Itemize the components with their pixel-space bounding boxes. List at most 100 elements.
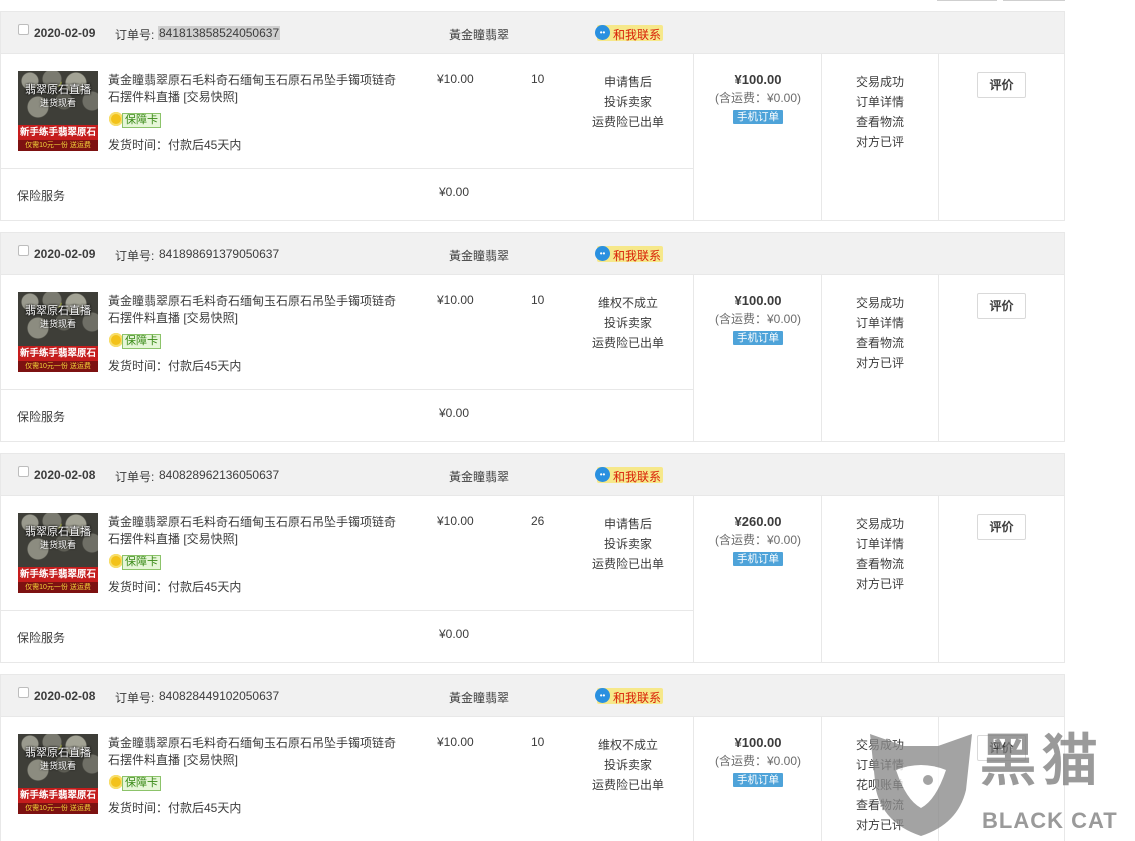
shop-name-link[interactable]: 黃金瞳翡翠 [449,247,509,264]
rate-button[interactable]: 评价 [977,514,1026,540]
insurance-service-label: 保险服务 [17,189,66,203]
order-checkbox[interactable] [18,687,29,698]
order-details-link[interactable]: 订单详情 [822,92,938,112]
order-date: 2020-02-08 [34,468,96,482]
rate-button[interactable]: 评价 [977,72,1026,98]
flower-icon [109,554,123,568]
order-checkbox[interactable] [18,24,29,35]
service-actions: 维权不成立 投诉卖家 运费险已出单 [561,293,695,353]
service-status-text: 维权不成立 [597,738,658,752]
chat-bubble-icon: •• [595,25,610,40]
status-text: 交易成功 [855,296,904,310]
shipping-note: (含运费：¥0.00) [714,533,802,547]
watermark-en: BLACK CAT [982,808,1118,833]
service-link-complain[interactable]: 投诉卖家 [561,534,695,554]
shop-name-link[interactable]: 黃金瞳翡翠 [449,26,509,43]
cat-shield-icon [870,734,972,836]
ship-time: 发货时间：付款后45天内 [108,801,242,815]
contact-seller-label: 和我联系 [613,28,662,42]
thumbnail-banner: 新手练手翡翠原石 [18,346,98,361]
product-thumbnail[interactable]: 翡翠原石直播 进货现看 新手练手翡翠原石 仅需10元一份 送运费 [18,513,98,593]
service-link-insurance[interactable]: 运费险已出单 [561,112,695,132]
shop-name-link[interactable]: 黃金瞳翡翠 [449,468,509,485]
view-logistics-link[interactable]: 查看物流 [822,554,938,574]
guarantee-badge-label: 保障卡 [122,776,161,791]
service-link-insurance[interactable]: 运费险已出单 [561,554,695,574]
order-number-label: 订单号: [115,28,155,42]
insurance-service-label: 保险服务 [17,410,66,424]
review-status-text: 对方已评 [855,356,904,370]
contact-seller-button[interactable]: •• 和我联系 [595,246,663,263]
total-amount: ¥260.00 [734,514,782,529]
service-link-after-sale[interactable]: 申请售后 [561,72,695,92]
thumbnail-caption: 翡翠原石直播 [25,747,91,759]
thumbnail-banner-small: 仅需10元一份 送运费 [18,140,98,151]
service-link-complain[interactable]: 投诉卖家 [561,313,695,333]
order-number: 841813858524050637 [158,26,281,40]
contact-seller-button[interactable]: •• 和我联系 [595,467,663,484]
total-amount: ¥100.00 [734,293,782,308]
order-date: 2020-02-09 [34,26,96,40]
review-status-text: 对方已评 [855,135,904,149]
watermark-cn: 黑猫 [980,729,1104,792]
top-edge-stub-2 [1003,0,1065,1]
mobile-order-tag: 手机订单 [733,773,783,787]
thumbnail-banner: 新手练手翡翠原石 [18,125,98,140]
order-checkbox[interactable] [18,245,29,256]
insurance-price: ¥0.00 [439,185,470,199]
service-link-after-sale[interactable]: 申请售后 [561,514,695,534]
product-title-link[interactable]: 黃金瞳翡翠原石毛料奇石缅甸玉石原石吊坠手镯项链奇石摆件料直播 [交易快照] [108,293,400,327]
thumbnail-subcaption: 进货现看 [39,98,76,108]
divider [938,275,939,441]
service-link-complain[interactable]: 投诉卖家 [561,755,695,775]
product-thumbnail[interactable]: 翡翠原石直播 进货现看 新手练手翡翠原石 仅需10元一份 送运费 [18,292,98,372]
thumbnail-caption: 翡翠原石直播 [25,84,91,96]
rate-button[interactable]: 评价 [977,293,1026,319]
ship-time: 发货时间：付款后45天内 [108,580,242,594]
view-logistics-link[interactable]: 查看物流 [822,333,938,353]
product-thumbnail[interactable]: 翡翠原石直播 进货现看 新手练手翡翠原石 仅需10元一份 送运费 [18,71,98,151]
contact-seller-label: 和我联系 [613,249,662,263]
divider [1,389,693,390]
review-status-text: 对方已评 [855,577,904,591]
shop-name-link[interactable]: 黃金瞳翡翠 [449,689,509,706]
product-thumbnail[interactable]: 翡翠原石直播 进货现看 新手练手翡翠原石 仅需10元一份 送运费 [18,734,98,814]
shipping-note: (含运费：¥0.00) [714,312,802,326]
product-title-link[interactable]: 黃金瞳翡翠原石毛料奇石缅甸玉石原石吊坠手镯项链奇石摆件料直播 [交易快照] [108,72,400,106]
service-actions: 申请售后 投诉卖家 运费险已出单 [561,72,695,132]
service-actions: 维权不成立 投诉卖家 运费险已出单 [561,735,695,795]
contact-seller-button[interactable]: •• 和我联系 [595,25,663,42]
contact-seller-button[interactable]: •• 和我联系 [595,688,663,705]
contact-seller-label: 和我联系 [613,691,662,705]
service-link-complain[interactable]: 投诉卖家 [561,92,695,112]
status-text: 交易成功 [855,517,904,531]
thumbnail-banner-small: 仅需10元一份 送运费 [18,582,98,593]
product-title-link[interactable]: 黃金瞳翡翠原石毛料奇石缅甸玉石原石吊坠手镯项链奇石摆件料直播 [交易快照] [108,735,400,769]
order-number: 840828449102050637 [159,689,280,703]
contact-seller-label: 和我联系 [613,470,662,484]
guarantee-badge-label: 保障卡 [122,113,161,128]
mobile-order-tag: 手机订单 [733,552,783,566]
quantity: 10 [531,735,545,749]
order-status: 交易成功 订单详情 查看物流 对方已评 [822,293,938,373]
insurance-service-label: 保险服务 [17,631,66,645]
order-details-link[interactable]: 订单详情 [822,534,938,554]
mobile-order-tag: 手机订单 [733,110,783,124]
flower-icon [109,112,123,126]
thumbnail-caption: 翡翠原石直播 [25,526,91,538]
service-link-insurance[interactable]: 运费险已出单 [561,775,695,795]
thumbnail-subcaption: 进货现看 [39,319,76,329]
mobile-order-tag: 手机订单 [733,331,783,345]
service-link-insurance[interactable]: 运费险已出单 [561,333,695,353]
thumbnail-subcaption: 进货现看 [39,540,76,550]
quantity: 26 [531,514,545,528]
view-logistics-link[interactable]: 查看物流 [822,112,938,132]
order-checkbox[interactable] [18,466,29,477]
service-actions: 申请售后 投诉卖家 运费险已出单 [561,514,695,574]
order-details-link[interactable]: 订单详情 [822,313,938,333]
order-header: 2020-02-09 订单号: 841813858524050637 黃金瞳翡翠… [0,11,1065,54]
unit-price: ¥10.00 [437,514,474,528]
product-title-link[interactable]: 黃金瞳翡翠原石毛料奇石缅甸玉石原石吊坠手镯项链奇石摆件料直播 [交易快照] [108,514,400,548]
divider [938,496,939,662]
unit-price: ¥10.00 [437,72,474,86]
